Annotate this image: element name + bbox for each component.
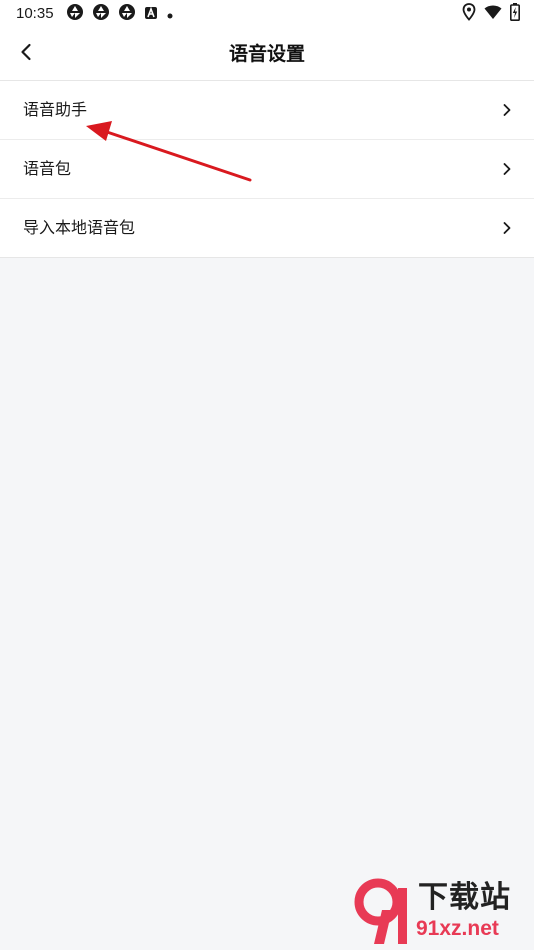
app-header: 语音设置 [0, 28, 534, 81]
menu-item-label: 导入本地语音包 [23, 218, 136, 237]
a-badge-icon [144, 5, 158, 24]
status-system-icons [454, 3, 520, 25]
dot-icon [166, 5, 174, 24]
page-title: 语音设置 [228, 43, 305, 65]
status-notification-icons [66, 3, 182, 25]
menu-item-voice-assistant[interactable]: 语音助手 [0, 81, 534, 140]
settings-menu: 语音助手 语音包 导入本地语音包 [0, 81, 534, 258]
menu-item-label: 语音包 [23, 159, 72, 178]
battery-icon [510, 3, 520, 25]
menu-item-label: 语音助手 [23, 100, 88, 119]
chevron-right-icon [502, 161, 512, 177]
watermark-logo: 下载站 91xz.net [352, 878, 528, 948]
chevron-right-icon [502, 102, 512, 118]
aperture-icon [92, 3, 110, 25]
watermark-url: 91xz.net [416, 917, 499, 940]
status-time: 10:35 [16, 5, 54, 22]
wifi-icon [484, 4, 502, 24]
watermark-icon [354, 878, 407, 944]
aperture-icon [118, 3, 136, 25]
status-bar: 10:35 [0, 0, 534, 28]
watermark-text: 下载站 [418, 880, 511, 915]
aperture-icon [66, 3, 84, 25]
chevron-right-icon [502, 220, 512, 236]
menu-item-import-local-voice-pack[interactable]: 导入本地语音包 [0, 199, 534, 257]
menu-item-voice-pack[interactable]: 语音包 [0, 140, 534, 199]
location-icon [462, 3, 476, 25]
